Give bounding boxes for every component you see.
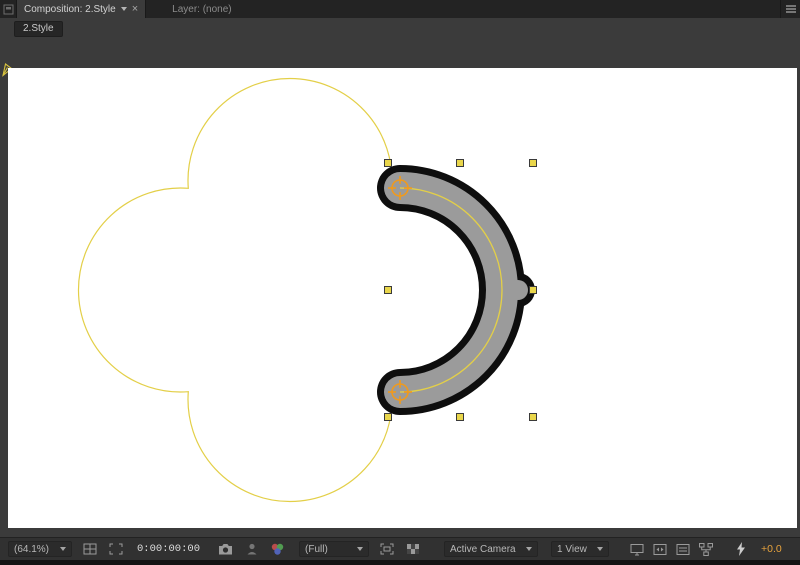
chevron-down-icon bbox=[60, 547, 66, 551]
share-view-options-icon[interactable] bbox=[628, 541, 645, 558]
selection-handle[interactable] bbox=[529, 286, 537, 294]
panel-grip-icon[interactable] bbox=[0, 0, 16, 18]
selection-handle[interactable] bbox=[529, 159, 537, 167]
selection-handle[interactable] bbox=[384, 286, 392, 294]
canvas-artwork bbox=[77, 77, 537, 503]
magnification-value: (64.1%) bbox=[14, 543, 50, 555]
selection-handle[interactable] bbox=[384, 159, 392, 167]
tab-layer[interactable]: Layer: (none) bbox=[156, 0, 247, 18]
tab-composition-label: Composition: 2.Style bbox=[24, 3, 116, 15]
chevron-down-icon bbox=[526, 547, 533, 551]
viewport-area bbox=[0, 40, 800, 537]
grid-and-guides-options-icon[interactable] bbox=[81, 541, 98, 558]
region-of-interest-icon[interactable] bbox=[107, 541, 124, 558]
magnification-dropdown[interactable]: (64.1%) bbox=[8, 541, 72, 557]
chevron-down-icon bbox=[597, 547, 604, 551]
current-time-indicator[interactable]: 0:00:00:00 bbox=[137, 543, 200, 555]
pixel-aspect-correction-icon[interactable] bbox=[651, 541, 668, 558]
active-camera-value: Active Camera bbox=[450, 543, 516, 555]
selection-handle[interactable] bbox=[456, 159, 464, 167]
exposure-value[interactable]: +0.0 bbox=[761, 543, 782, 555]
timeline-button-icon[interactable] bbox=[674, 541, 691, 558]
tab-layer-label: Layer: (none) bbox=[172, 3, 232, 15]
show-last-snapshot-icon[interactable] bbox=[243, 541, 260, 558]
composition-canvas[interactable] bbox=[8, 68, 797, 528]
selection-handle[interactable] bbox=[529, 413, 537, 421]
fast-previews-icon[interactable] bbox=[731, 541, 748, 558]
take-snapshot-icon[interactable] bbox=[217, 541, 234, 558]
crescent-vertex-bump-fill bbox=[508, 280, 528, 300]
close-icon[interactable]: × bbox=[132, 4, 138, 15]
panel-tab-bar: Composition: 2.Style × Layer: (none) bbox=[0, 0, 800, 18]
resolution-dropdown[interactable]: (Full) bbox=[299, 541, 370, 557]
transparency-grid-icon[interactable] bbox=[404, 541, 421, 558]
bottom-edge-strip bbox=[0, 560, 800, 565]
selection-handle[interactable] bbox=[456, 413, 464, 421]
crescent-shape-fill[interactable] bbox=[384, 172, 518, 408]
view-layout-value: 1 View bbox=[557, 543, 587, 555]
resolution-value: (Full) bbox=[305, 543, 328, 555]
quatrefoil-path-outline[interactable] bbox=[77, 77, 503, 503]
comp-flowchart-icon[interactable] bbox=[697, 541, 714, 558]
chevron-down-icon bbox=[357, 547, 364, 551]
after-effects-composition-panel: Composition: 2.Style × Layer: (none) 2.S… bbox=[0, 0, 800, 565]
region-of-interest-toggle-icon[interactable] bbox=[378, 541, 395, 558]
chevron-down-icon[interactable] bbox=[120, 7, 127, 11]
composition-navigator-chip[interactable]: 2.Style bbox=[14, 21, 63, 37]
composition-navigator-bar: 2.Style bbox=[0, 18, 800, 40]
show-channel-icon[interactable] bbox=[269, 541, 286, 558]
composition-panel-toolbar: (64.1%) 0:00:00:00 (Full) Active Camera … bbox=[0, 537, 800, 560]
tab-composition[interactable]: Composition: 2.Style × bbox=[16, 0, 147, 18]
view-layout-dropdown[interactable]: 1 View bbox=[551, 541, 610, 557]
panel-menu-icon[interactable] bbox=[780, 0, 800, 18]
active-camera-dropdown[interactable]: Active Camera bbox=[444, 541, 539, 557]
view-option-buttons bbox=[628, 541, 714, 558]
selection-handle[interactable] bbox=[384, 413, 392, 421]
